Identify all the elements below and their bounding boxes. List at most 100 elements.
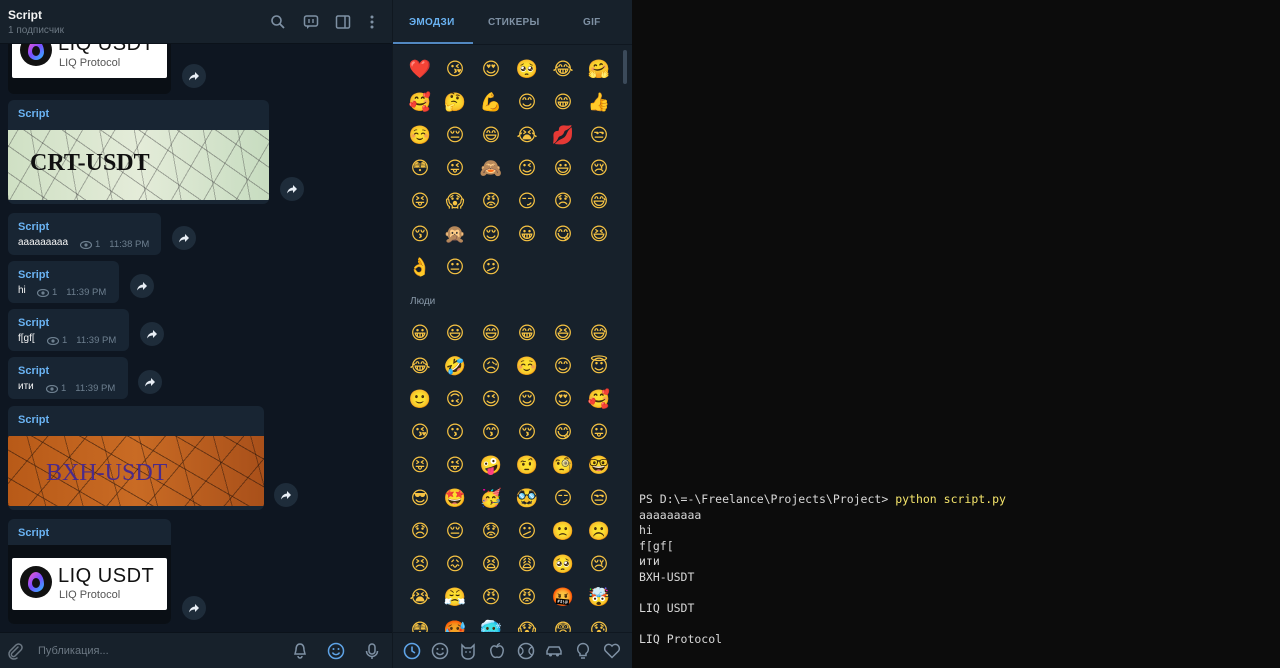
emoji-item[interactable]: 🥺 — [551, 553, 575, 577]
emoji-item[interactable]: 🤔 — [443, 91, 467, 115]
emoji-item[interactable]: 🤬 — [551, 586, 575, 610]
emoji-item[interactable]: 😟 — [479, 520, 503, 544]
channel-title[interactable]: Script — [8, 8, 42, 22]
emoji-item[interactable]: 🤯 — [587, 586, 611, 610]
share-button[interactable] — [140, 322, 164, 346]
emoji-item[interactable]: 😱 — [443, 190, 467, 214]
sidebar-toggle-icon[interactable] — [333, 12, 353, 32]
emoji-item[interactable]: 😒 — [587, 124, 611, 148]
emoji-item[interactable]: 💋 — [551, 124, 575, 148]
discussion-icon[interactable] — [301, 12, 321, 32]
more-menu-icon[interactable] — [362, 12, 382, 32]
emoji-item[interactable]: 😛 — [587, 421, 611, 445]
emoji-item[interactable]: 😚 — [408, 223, 432, 247]
liq-image[interactable]: LIQ USDT LIQ Protocol — [12, 44, 167, 78]
emoji-item[interactable]: 😊 — [515, 91, 539, 115]
emoji-item[interactable]: 🙂 — [408, 388, 432, 412]
message-bubble[interactable]: Script hi 1 11:39 PM — [8, 261, 119, 303]
microphone-icon[interactable] — [363, 642, 381, 660]
message-author[interactable]: Script — [18, 414, 49, 426]
tab-stickers[interactable]: СТИКЕРЫ — [488, 17, 540, 28]
apple-icon[interactable] — [488, 642, 506, 660]
emoji-item[interactable]: 😞 — [408, 520, 432, 544]
emoji-item[interactable]: 😌 — [515, 388, 539, 412]
share-button[interactable] — [172, 226, 196, 250]
emoji-smile-icon[interactable] — [327, 642, 345, 660]
emoji-item[interactable]: 🤪 — [479, 454, 503, 478]
message-author[interactable]: Script — [18, 317, 49, 329]
emoji-item[interactable]: 😨 — [551, 619, 575, 633]
emoji-item[interactable]: 🥳 — [479, 487, 503, 511]
emoji-item[interactable]: 👌 — [408, 256, 432, 280]
emoji-item[interactable]: 😤 — [443, 586, 467, 610]
share-button[interactable] — [280, 177, 304, 201]
emoji-item[interactable]: 🙁 — [551, 520, 575, 544]
emoji-item[interactable]: 🥺 — [515, 58, 539, 82]
emoji-item[interactable]: 😇 — [587, 355, 611, 379]
emoji-item[interactable]: 😍 — [479, 58, 503, 82]
emoji-item[interactable]: 🥵 — [443, 619, 467, 633]
message-bubble[interactable]: Script f[gf[ 1 11:39 PM — [8, 309, 129, 351]
emoji-item[interactable]: 😃 — [551, 157, 575, 181]
emoji-item[interactable]: 😃 — [443, 322, 467, 346]
emoji-item[interactable]: ☺️ — [515, 355, 539, 379]
emoji-item[interactable]: 😉 — [515, 157, 539, 181]
terminal-window[interactable]: PS D:\=-\Freelance\Projects\Project> pyt… — [632, 0, 1280, 668]
message-author[interactable]: Script — [18, 365, 49, 377]
emoji-item[interactable]: 😳 — [408, 619, 432, 633]
emoji-item[interactable]: 😙 — [479, 421, 503, 445]
emoji-item[interactable]: 😄 — [479, 322, 503, 346]
emoji-item[interactable]: 😄 — [479, 124, 503, 148]
emoji-item[interactable]: 😀 — [408, 322, 432, 346]
emoji-item[interactable]: 😡 — [515, 586, 539, 610]
emoji-item[interactable]: 😏 — [515, 190, 539, 214]
emoji-item[interactable]: 😕 — [479, 256, 503, 280]
chat-header[interactable]: Script 1 подписчик — [0, 0, 392, 44]
emoji-item[interactable]: 😭 — [515, 124, 539, 148]
emoji-item[interactable]: 😅 — [587, 190, 611, 214]
share-button[interactable] — [274, 483, 298, 507]
bell-icon[interactable] — [291, 642, 309, 660]
emoji-item[interactable]: 😋 — [551, 421, 575, 445]
emoji-item[interactable]: 😣 — [408, 553, 432, 577]
message-image[interactable]: LIQ USDT LIQ Protocol — [8, 44, 171, 94]
emoji-item[interactable]: ☹️ — [587, 520, 611, 544]
emoji-item[interactable]: 😥 — [479, 355, 503, 379]
message-list[interactable]: LIQ USDT LIQ Protocol Script CRT-USDT Sc… — [0, 44, 392, 632]
emoji-item[interactable]: 😗 — [443, 421, 467, 445]
emoji-item[interactable]: 😔 — [443, 124, 467, 148]
message-author[interactable]: Script — [18, 527, 49, 539]
message-author[interactable]: Script — [18, 269, 49, 281]
emoji-item[interactable]: 😚 — [515, 421, 539, 445]
cat-icon[interactable] — [459, 642, 477, 660]
message-input[interactable]: Публикация... — [38, 645, 109, 657]
emoji-item[interactable]: 😝 — [408, 454, 432, 478]
emoji-item[interactable]: 😢 — [587, 157, 611, 181]
message-author[interactable]: Script — [18, 221, 49, 233]
emoji-item[interactable]: 😁 — [551, 91, 575, 115]
emoji-item[interactable]: 🙃 — [443, 388, 467, 412]
emoji-item[interactable]: 😝 — [408, 190, 432, 214]
message-image[interactable]: Script BXH-USDT — [8, 406, 264, 510]
message-author[interactable]: Script — [18, 108, 49, 120]
share-button[interactable] — [182, 596, 206, 620]
emoji-item[interactable]: 😫 — [479, 553, 503, 577]
emoji-item[interactable]: 😢 — [587, 553, 611, 577]
emoji-item[interactable]: 🥰 — [408, 91, 432, 115]
emoji-item[interactable]: 🥸 — [515, 487, 539, 511]
emoji-item[interactable]: 😞 — [551, 190, 575, 214]
emoji-item[interactable]: 🤣 — [443, 355, 467, 379]
share-button[interactable] — [138, 370, 162, 394]
emoji-item[interactable]: 🤨 — [515, 454, 539, 478]
emoji-item[interactable]: 😆 — [587, 223, 611, 247]
emoji-scrollbar[interactable] — [623, 50, 627, 84]
share-button[interactable] — [130, 274, 154, 298]
emoji-item[interactable]: 🤗 — [587, 58, 611, 82]
message-image[interactable]: Script CRT-USDT — [8, 100, 269, 204]
emoji-item[interactable]: 😘 — [443, 58, 467, 82]
emoji-item[interactable]: 😊 — [551, 355, 575, 379]
emoji-item[interactable]: 😎 — [408, 487, 432, 511]
message-bubble[interactable]: Script ити 1 11:39 PM — [8, 357, 128, 399]
emoji-item[interactable]: 😂 — [551, 58, 575, 82]
emoji-item[interactable]: 😖 — [443, 553, 467, 577]
